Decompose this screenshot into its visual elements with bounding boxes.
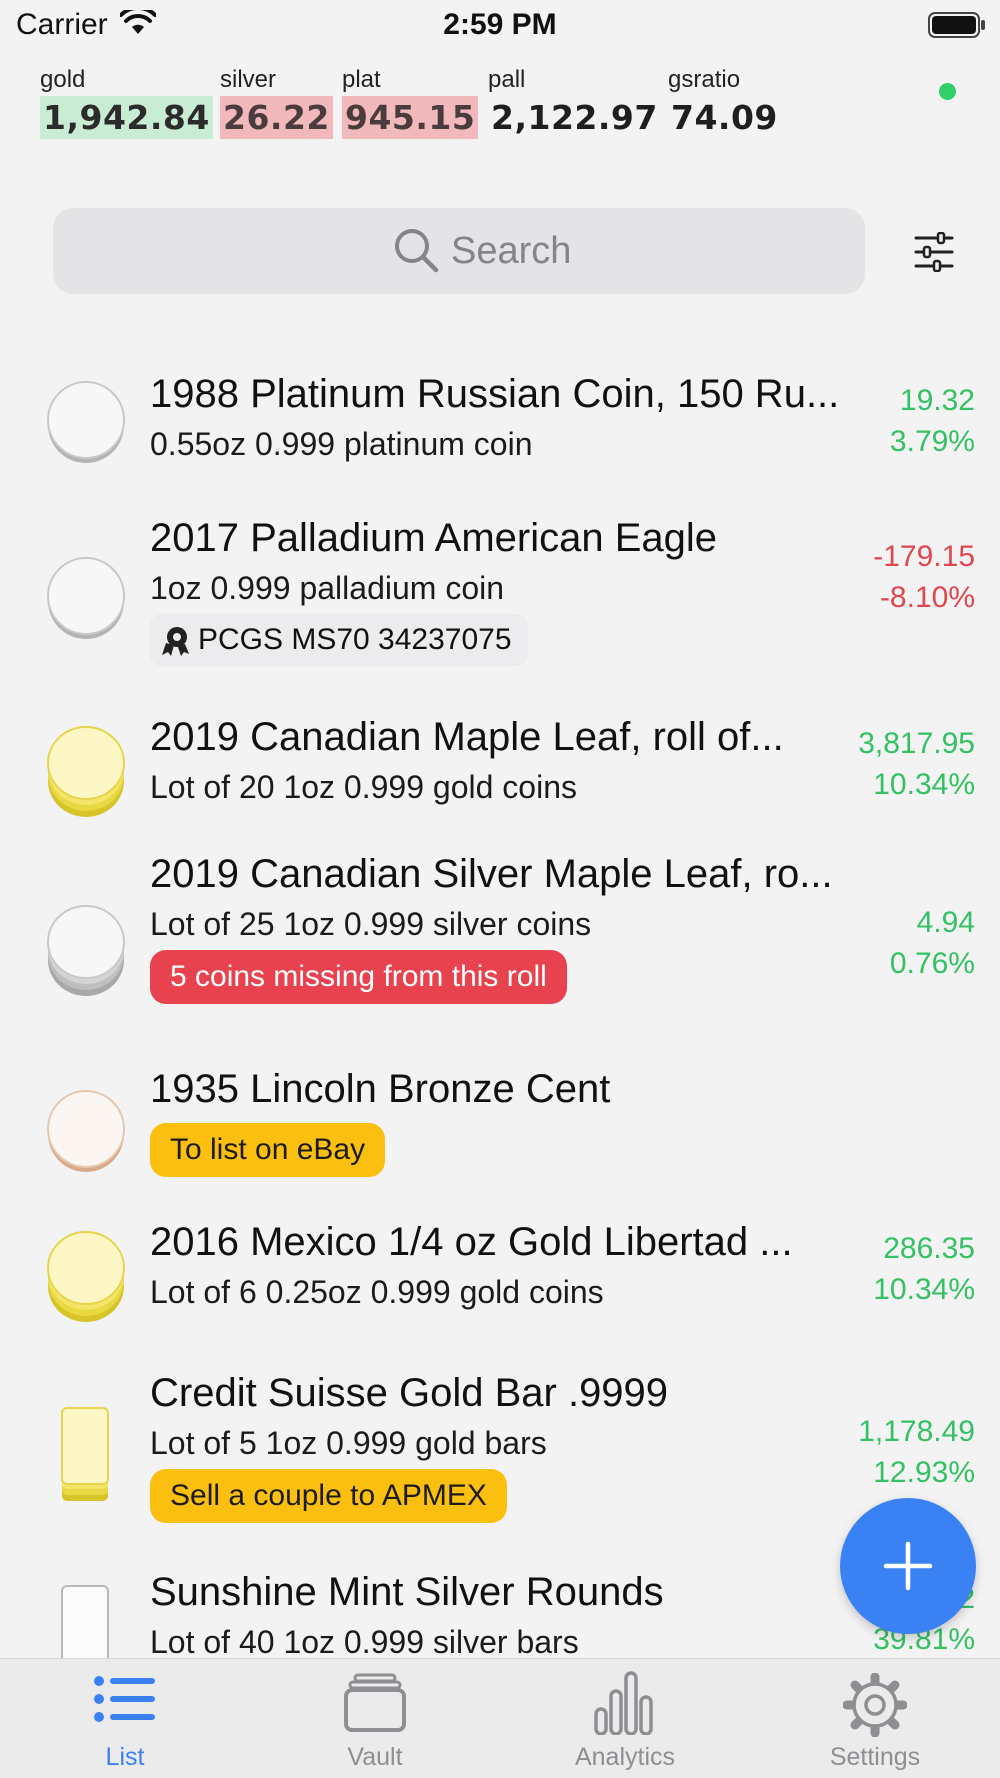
tab-label: Analytics bbox=[574, 1743, 676, 1771]
silver-coin-stack-icon bbox=[47, 905, 125, 996]
item-subtitle: 1oz 0.999 palladium coin bbox=[150, 570, 505, 606]
list-item[interactable]: 2019 Canadian Silver Maple Leaf, ro... L… bbox=[0, 840, 1000, 1040]
item-subtitle: Lot of 40 1oz 0.999 silver bars bbox=[150, 1624, 579, 1658]
list-item[interactable]: Credit Suisse Gold Bar .9999 Lot of 5 1o… bbox=[0, 1345, 1000, 1550]
item-gain: -179.15 bbox=[873, 540, 975, 573]
ticker-pall[interactable]: pall 2,122.97 bbox=[488, 66, 661, 139]
live-indicator bbox=[939, 83, 956, 100]
gear-icon bbox=[842, 1672, 908, 1738]
list-icon bbox=[94, 1676, 155, 1722]
item-subtitle: 0.55oz 0.999 platinum coin bbox=[150, 426, 533, 462]
tab-label: Vault bbox=[347, 1743, 403, 1771]
silver-coin-icon bbox=[47, 557, 125, 639]
add-item-button[interactable] bbox=[840, 1498, 976, 1634]
ticker-value: 74.09 bbox=[671, 98, 778, 137]
cert-text: PCGS MS70 34237075 bbox=[198, 623, 512, 656]
search-icon bbox=[395, 229, 439, 273]
search-placeholder: Search bbox=[451, 230, 572, 272]
item-gain: 19.32 bbox=[899, 384, 975, 417]
tab-bar: List Vault Analytics Settings bbox=[0, 1658, 1000, 1778]
list-item[interactable]: 2016 Mexico 1/4 oz Gold Libertad ... Lot… bbox=[0, 1200, 1000, 1345]
gold-coin-stack-icon bbox=[47, 1231, 125, 1322]
filter-icon[interactable] bbox=[912, 232, 956, 272]
item-title: 1935 Lincoln Bronze Cent bbox=[150, 1067, 611, 1111]
ticker-value: 2,122.97 bbox=[491, 98, 658, 137]
holdings-list[interactable]: 1988 Platinum Russian Coin, 150 Ru... 0.… bbox=[0, 340, 1000, 1658]
item-gain-percent: 10.34% bbox=[873, 768, 975, 801]
list-item[interactable]: 2017 Palladium American Eagle 1oz 0.999 … bbox=[0, 490, 1000, 690]
item-title: Credit Suisse Gold Bar .9999 bbox=[150, 1371, 669, 1415]
tab-list[interactable]: List bbox=[0, 1659, 250, 1778]
list-item[interactable]: 1988 Platinum Russian Coin, 150 Ru... 0.… bbox=[0, 340, 1000, 490]
tab-label: Settings bbox=[829, 1743, 921, 1771]
item-title: 1988 Platinum Russian Coin, 150 Ru... bbox=[150, 372, 840, 416]
ticker-label: gsratio bbox=[668, 66, 741, 93]
tab-analytics[interactable]: Analytics bbox=[500, 1659, 750, 1778]
item-note: To list on eBay bbox=[150, 1123, 386, 1177]
ticker-label: gold bbox=[40, 66, 86, 93]
analytics-icon bbox=[594, 1671, 653, 1736]
item-gain-percent: 10.34% bbox=[873, 1273, 975, 1306]
item-title: 2017 Palladium American Eagle bbox=[150, 516, 718, 560]
clock: 2:59 PM bbox=[443, 8, 557, 41]
silver-coin-icon bbox=[47, 381, 125, 463]
item-gain: 1,178.49 bbox=[858, 1415, 975, 1448]
award-icon bbox=[162, 627, 189, 657]
ticker-label: pall bbox=[488, 66, 526, 93]
silver-bar-icon bbox=[61, 1585, 109, 1658]
item-note: 5 coins missing from this roll bbox=[150, 950, 567, 1004]
item-subtitle: Lot of 20 1oz 0.999 gold coins bbox=[150, 769, 577, 805]
ticker-label: silver bbox=[220, 66, 277, 93]
ticker-value: 26.22 bbox=[220, 96, 333, 139]
ticker-gold[interactable]: gold 1,942.84 bbox=[40, 66, 213, 139]
item-gain-percent: 3.79% bbox=[889, 425, 975, 458]
ticker-value: 945.15 bbox=[342, 96, 479, 139]
item-subtitle: Lot of 6 0.25oz 0.999 gold coins bbox=[150, 1274, 604, 1310]
gold-coin-stack-icon bbox=[47, 726, 125, 817]
item-gain: 3,817.95 bbox=[858, 727, 975, 760]
vault-icon bbox=[344, 1673, 406, 1732]
certification-badge: PCGS MS70 34237075 bbox=[150, 614, 528, 666]
item-gain-percent: 12.93% bbox=[873, 1456, 975, 1489]
bronze-coin-icon bbox=[47, 1090, 125, 1172]
price-ticker: gold 1,942.84 silver 26.22 plat 945.15 p… bbox=[0, 58, 1000, 154]
item-title: Sunshine Mint Silver Rounds bbox=[150, 1570, 664, 1614]
ticker-value: 1,942.84 bbox=[40, 96, 213, 139]
ticker-silver[interactable]: silver 26.22 bbox=[220, 66, 333, 139]
item-gain: 4.94 bbox=[916, 906, 975, 939]
item-note: Sell a couple to APMEX bbox=[150, 1469, 507, 1523]
tab-label: List bbox=[105, 1743, 145, 1771]
item-subtitle: Lot of 25 1oz 0.999 silver coins bbox=[150, 906, 592, 942]
ticker-gsratio[interactable]: gsratio 74.09 bbox=[668, 66, 781, 139]
ticker-plat[interactable]: plat 945.15 bbox=[342, 66, 479, 139]
item-gain-percent: 0.76% bbox=[889, 947, 975, 980]
item-gain-percent: -8.10% bbox=[879, 581, 975, 614]
item-subtitle: Lot of 5 1oz 0.999 gold bars bbox=[150, 1425, 547, 1461]
item-title: 2016 Mexico 1/4 oz Gold Libertad ... bbox=[150, 1220, 793, 1264]
battery-icon bbox=[928, 12, 985, 38]
gold-bar-stack-icon bbox=[61, 1407, 109, 1501]
item-gain: 286.35 bbox=[883, 1232, 975, 1265]
status-bar: Carrier 2:59 PM bbox=[0, 0, 1000, 52]
item-title: 2019 Canadian Maple Leaf, roll of... bbox=[150, 715, 784, 759]
item-title: 2019 Canadian Silver Maple Leaf, ro... bbox=[150, 852, 833, 896]
search-input[interactable]: Search bbox=[53, 208, 865, 294]
ticker-label: plat bbox=[342, 66, 381, 93]
tab-vault[interactable]: Vault bbox=[250, 1659, 500, 1778]
plus-icon bbox=[883, 1541, 933, 1591]
list-item[interactable]: 1935 Lincoln Bronze Cent To list on eBay bbox=[0, 1045, 1000, 1195]
tab-settings[interactable]: Settings bbox=[750, 1659, 1000, 1778]
list-item[interactable]: 2019 Canadian Maple Leaf, roll of... Lot… bbox=[0, 695, 1000, 835]
